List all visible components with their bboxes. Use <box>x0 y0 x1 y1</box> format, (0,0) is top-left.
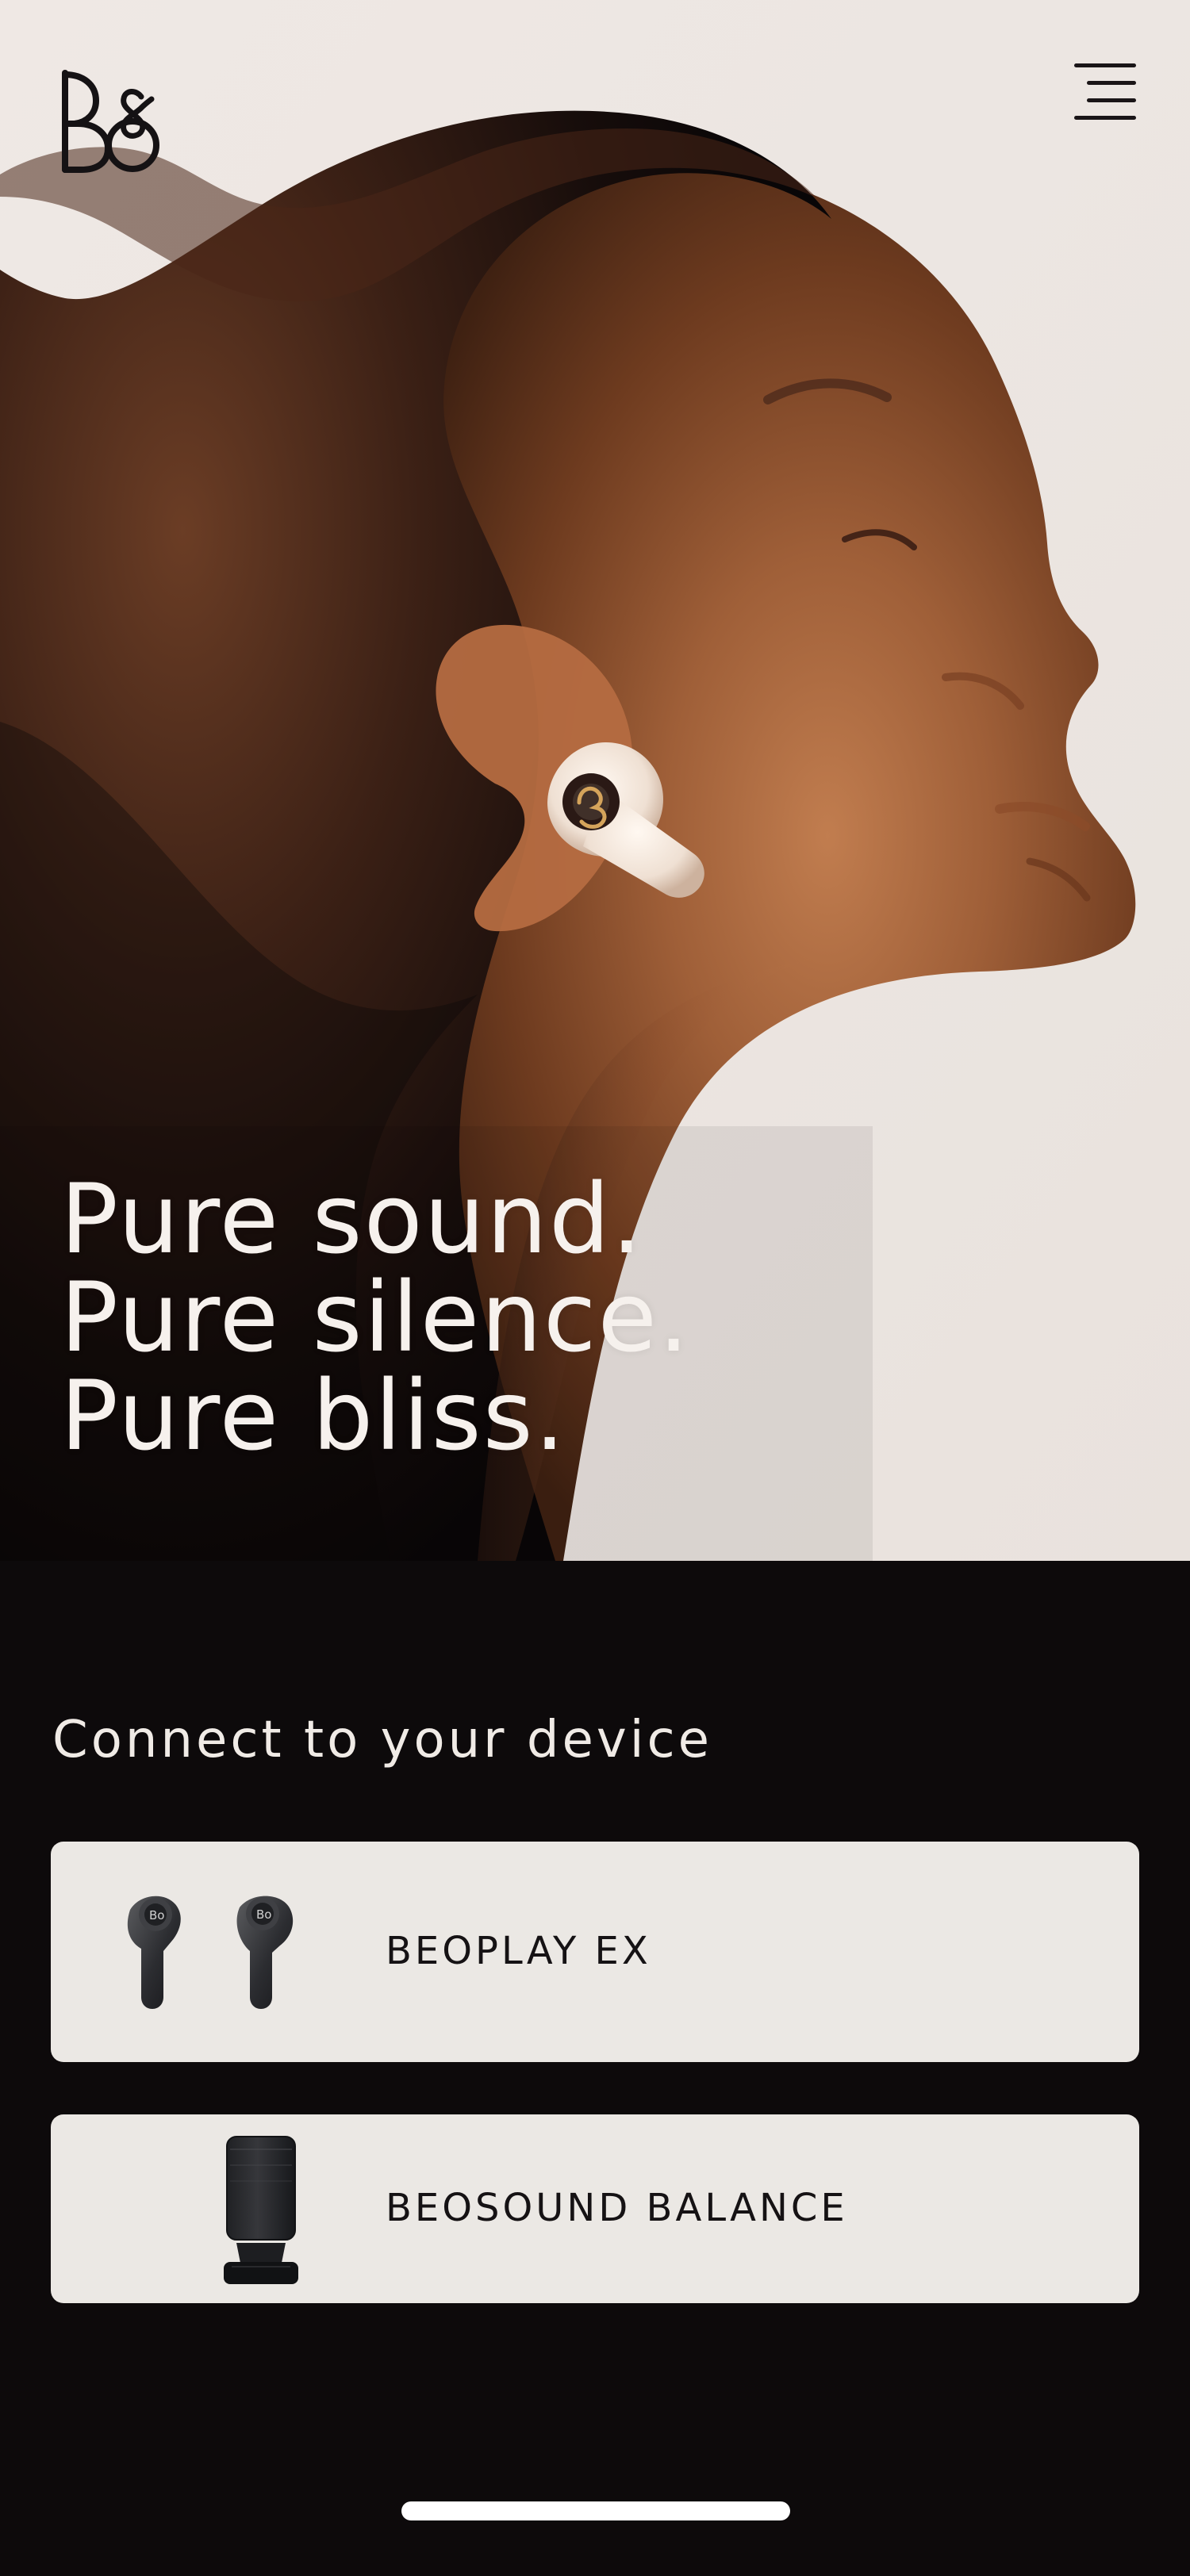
home-indicator[interactable] <box>401 2501 790 2520</box>
headline-line-2: Pure silence. <box>60 1262 691 1374</box>
connect-section-title: Connect to your device <box>52 1711 713 1769</box>
left-earbud-icon: Bo <box>127 1896 181 2009</box>
device-card-beosound-balance[interactable]: BEOSOUND BALANCE <box>51 2114 1139 2303</box>
menu-line-icon <box>1074 116 1136 120</box>
earbuds-icon: Bo Bo <box>127 1896 294 2009</box>
device-label-beosound-balance: BEOSOUND BALANCE <box>386 2186 848 2230</box>
headline-line-3: Pure bliss. <box>60 1360 567 1472</box>
device-label-beoplay-ex: BEOPLAY EX <box>386 1929 651 1973</box>
menu-line-icon <box>1087 81 1136 85</box>
menu-line-icon <box>1087 98 1136 102</box>
svg-text:Bo: Bo <box>256 1907 271 1922</box>
hamburger-menu-button[interactable] <box>1068 59 1142 133</box>
right-earbud-icon: Bo <box>236 1896 294 2009</box>
hero-headline: Pure sound. Pure silence. Pure bliss. <box>60 1171 1123 1466</box>
speaker-icon <box>224 2136 298 2284</box>
device-card-beoplay-ex[interactable]: Bo Bo BEOPLAY EX <box>51 1842 1139 2062</box>
menu-line-icon <box>1074 63 1136 67</box>
svg-text:Bo: Bo <box>149 1908 164 1922</box>
app-screen: Pure sound. Pure silence. Pure bliss. Co… <box>0 0 1190 2576</box>
hero-banner: Pure sound. Pure silence. Pure bliss. <box>0 0 1190 1561</box>
headline-line-1: Pure sound. <box>60 1163 644 1275</box>
bang-olufsen-logo-icon <box>62 70 159 173</box>
